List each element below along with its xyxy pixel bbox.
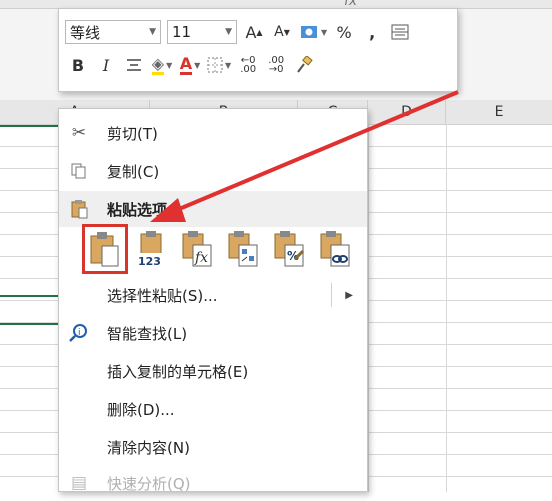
shrink-font-button[interactable]: A ▼ — [271, 20, 293, 44]
merge-center-button[interactable] — [389, 20, 411, 44]
format-painter-button[interactable] — [293, 53, 315, 77]
chevron-down-icon[interactable]: ▼ — [166, 61, 172, 70]
percent-button[interactable]: % — [333, 20, 355, 44]
menu-item-quick-analysis: ▤ 快速分析(Q) — [59, 465, 367, 501]
italic-button[interactable]: I — [95, 53, 117, 77]
menu-item-label: 快速分析(Q) — [107, 474, 191, 493]
grow-font-label: A — [245, 22, 257, 42]
paste-option-values[interactable]: 123 — [133, 229, 169, 269]
comma-style-button[interactable]: , — [361, 20, 383, 44]
copy-icon — [65, 157, 93, 185]
chevron-down-icon[interactable]: ▼ — [225, 61, 231, 70]
chevron-down-icon[interactable]: ▼ — [321, 28, 327, 37]
smart-lookup-icon: i — [65, 319, 93, 347]
font-color-icon: A — [179, 53, 193, 75]
paste-options-row: 123 fx % — [82, 224, 363, 274]
font-name-value: 等线 — [70, 23, 101, 42]
font-name-combobox[interactable]: 等线 ▼ — [65, 20, 161, 44]
increase-decimal-label: .00 — [240, 64, 257, 75]
decrease-decimal-button[interactable]: .00 →0 — [265, 53, 287, 77]
menu-item-label: 剪切(T) — [107, 124, 158, 143]
align-center-icon — [127, 59, 141, 71]
submenu-divider — [331, 283, 332, 307]
chevron-down-icon[interactable]: ▼ — [194, 61, 200, 70]
menu-item-delete[interactable]: 删除(D)... — [59, 391, 367, 427]
menu-item-label: 选择性粘贴(S)... — [107, 286, 218, 305]
font-size-combobox[interactable]: 11 ▼ — [167, 20, 237, 44]
grid-line — [446, 124, 447, 492]
borders-icon — [207, 57, 223, 73]
quick-analysis-icon: ▤ — [70, 473, 88, 493]
mini-toolbar-row-1: 等线 ▼ 11 ▼ A ▲ A ▼ ▼ % , — [65, 19, 411, 45]
format-painter-icon — [297, 56, 313, 73]
paste-option-paste[interactable] — [82, 224, 128, 274]
increase-decimal-button[interactable]: ←0 .00 — [237, 53, 259, 77]
menu-item-label: 清除内容(N) — [107, 438, 190, 457]
menu-item-insert-copied-cells[interactable]: 插入复制的单元格(E) — [59, 353, 367, 389]
font-color-button[interactable]: A ▼ — [179, 53, 201, 77]
mini-toolbar: 等线 ▼ 11 ▼ A ▲ A ▼ ▼ % , B I ◈ ▼ A ▼ ▼ ←0… — [58, 8, 458, 92]
align-center-button[interactable] — [123, 53, 145, 77]
bold-button[interactable]: B — [67, 53, 89, 77]
merge-cells-icon — [391, 24, 409, 40]
clipboard-icon — [65, 195, 93, 223]
fill-color-button[interactable]: ◈ ▼ — [151, 53, 173, 77]
menu-section-label: 粘贴选项: — [107, 200, 173, 219]
paste-formatting-icon: % — [274, 231, 305, 267]
menu-item-label: 插入复制的单元格(E) — [107, 362, 249, 381]
paste-option-transpose[interactable] — [225, 229, 261, 269]
paste-icon — [90, 232, 119, 267]
copy-marquee-bottom — [0, 323, 58, 325]
chevron-down-icon[interactable]: ▼ — [225, 27, 232, 37]
mini-toolbar-row-2: B I ◈ ▼ A ▼ ▼ ←0 .00 .00 →0 — [65, 52, 315, 78]
column-header-d[interactable]: D — [368, 100, 446, 124]
menu-section-paste-options: 粘贴选项: — [59, 191, 367, 227]
context-menu: ✂ 剪切(T) 复制(C) 粘贴选项: 123 fx % 选择性粘贴(S)...… — [58, 108, 368, 493]
scissors-icon: ✂ — [71, 123, 87, 143]
menu-item-copy[interactable]: 复制(C) — [59, 153, 367, 189]
chevron-down-icon[interactable]: ▼ — [149, 27, 156, 37]
grid-line — [368, 124, 369, 492]
paste-formulas-sub: fx — [194, 250, 208, 266]
paste-link-icon — [320, 231, 350, 267]
menu-item-paste-special[interactable]: 选择性粘贴(S)... ▶ — [59, 277, 367, 313]
paint-bucket-icon: ◈ — [151, 53, 165, 75]
menu-item-smart-lookup[interactable]: i 智能查找(L) — [59, 315, 367, 351]
paste-values-icon: 123 — [136, 231, 166, 267]
number-format-button[interactable]: ▼ — [299, 20, 327, 44]
menu-item-cut[interactable]: ✂ 剪切(T) — [59, 115, 367, 151]
menu-item-label: 复制(C) — [107, 162, 160, 181]
paste-formulas-icon: fx — [182, 231, 212, 267]
menu-item-label: 删除(D)... — [107, 400, 175, 419]
svg-text:i: i — [78, 328, 81, 338]
paste-option-link[interactable] — [317, 229, 353, 269]
column-header-e[interactable]: E — [446, 100, 552, 124]
menu-item-clear-contents[interactable]: 清除内容(N) — [59, 429, 367, 465]
accounting-format-icon — [301, 26, 317, 38]
grow-font-button[interactable]: A ▲ — [243, 20, 265, 44]
borders-button[interactable]: ▼ — [207, 53, 231, 77]
paste-option-formatting[interactable]: % — [271, 229, 307, 269]
copy-marquee-mid — [0, 295, 58, 297]
paste-option-formulas[interactable]: fx — [179, 229, 215, 269]
font-size-value: 11 — [172, 23, 192, 41]
paste-values-sub: 123 — [138, 255, 161, 267]
decrease-decimal-icon: →0 — [268, 64, 284, 75]
chevron-right-icon[interactable]: ▶ — [345, 290, 353, 301]
menu-item-label: 智能查找(L) — [107, 324, 188, 343]
paste-transpose-icon — [228, 231, 258, 267]
shrink-font-label: A — [274, 24, 284, 40]
copy-marquee-top — [0, 125, 58, 127]
